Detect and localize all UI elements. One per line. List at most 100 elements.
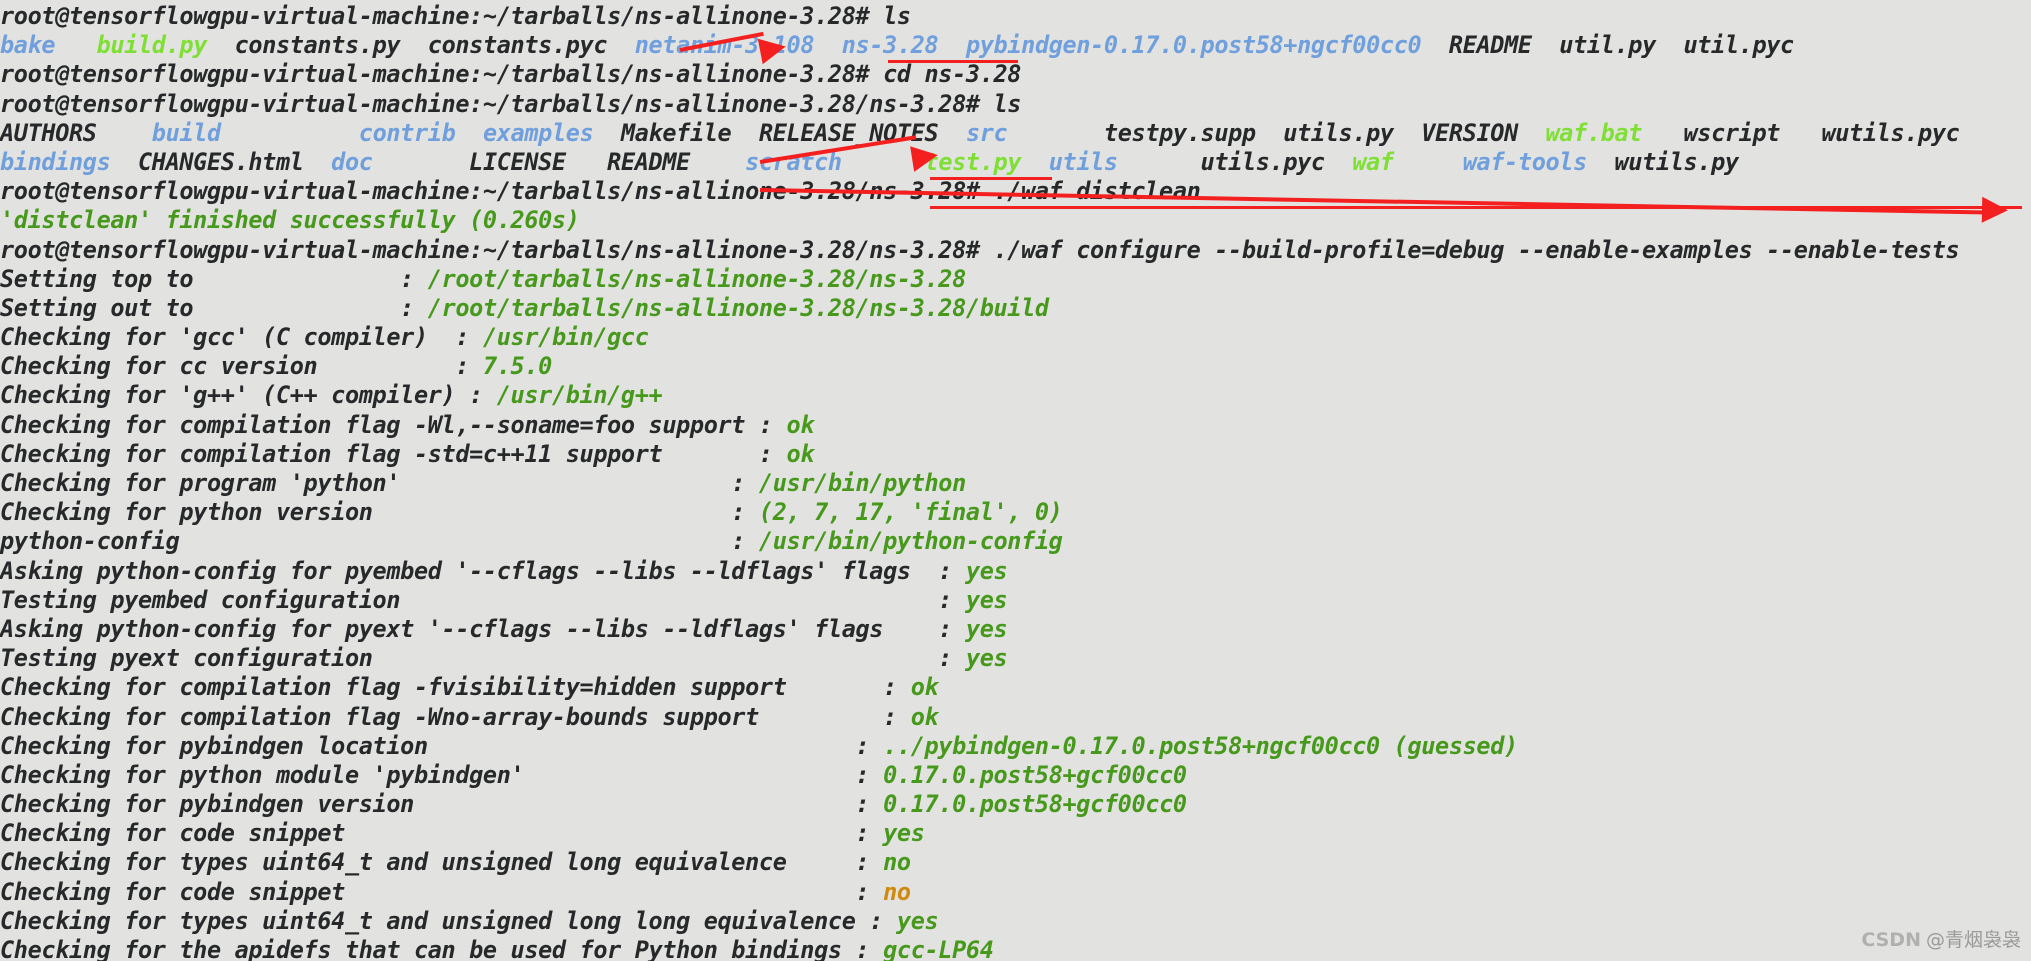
check-label: Setting out to	[0, 293, 401, 322]
terminal-check-line: Checking for pybindgen version : 0.17.0.…	[0, 790, 2031, 819]
check-colon: :	[855, 790, 884, 819]
terminal-segment: doc	[331, 147, 373, 176]
terminal-segment	[97, 119, 152, 147]
check-colon: :	[455, 323, 483, 352]
terminal-check-line: Checking for program 'python' : /usr/bin…	[0, 469, 2031, 498]
check-colon: :	[855, 877, 884, 906]
terminal-segment: root@tensorflowgpu-virtual-machine:~/tar…	[0, 60, 1022, 89]
check-label: Checking for compilation flag -Wl,--sona…	[0, 410, 759, 439]
terminal-segment: bake	[0, 31, 56, 60]
check-value: ../pybindgen-0.17.0.post58+ngcf00cc0 (gu…	[883, 731, 1518, 760]
check-label: Checking for the apidefs that can be use…	[0, 936, 856, 961]
check-colon: :	[400, 264, 428, 293]
terminal-segment: build	[151, 118, 221, 147]
terminal-check-line: Checking for compilation flag -Wno-array…	[0, 703, 2031, 732]
terminal-check-line: Checking for 'g++' (C++ compiler) : /usr…	[0, 381, 2031, 410]
check-label: Checking for program 'python'	[0, 469, 732, 497]
terminal-segment: test.py	[924, 147, 1022, 176]
terminal-check-line: Checking for code snippet : yes	[0, 819, 2031, 848]
terminal-check-line: Checking for types uint64_t and unsigned…	[0, 907, 2031, 936]
terminal-check-line: Testing pyext configuration : yes	[0, 644, 2031, 673]
check-label: Testing pyext configuration	[0, 644, 939, 673]
check-value: yes	[965, 556, 1008, 585]
check-value: /usr/bin/python-config	[758, 527, 1063, 556]
check-label: Asking python-config for pyext '--cflags…	[0, 614, 939, 643]
terminal-check-line: Checking for pybindgen location : ../pyb…	[0, 732, 2031, 761]
check-colon: :	[758, 439, 787, 468]
check-label: Checking for 'gcc' (C compiler)	[0, 323, 456, 352]
terminal-check-line: Checking for python module 'pybindgen' :…	[0, 761, 2031, 790]
terminal-window[interactable]: root@tensorflowgpu-virtual-machine:~/tar…	[0, 0, 2031, 961]
check-value: yes	[965, 614, 1008, 643]
check-value: 0.17.0.post58+gcf00cc0	[883, 760, 1187, 789]
terminal-segment: waf	[1352, 147, 1394, 176]
terminal-segment: root@tensorflowgpu-virtual-machine:~/tar…	[0, 235, 1960, 264]
terminal-check-line: Checking for 'gcc' (C compiler) : /usr/b…	[0, 323, 2031, 352]
terminal-segment: scratch	[745, 147, 842, 176]
check-value: ok	[910, 673, 939, 702]
terminal-line: root@tensorflowgpu-virtual-machine:~/tar…	[0, 60, 2031, 89]
check-colon: :	[883, 673, 911, 702]
terminal-check-line: Checking for the apidefs that can be use…	[0, 936, 2031, 961]
check-value: /usr/bin/python	[758, 469, 966, 497]
terminal-segment: pybindgen-0.17.0.post58+ngcf00cc0	[965, 31, 1422, 60]
check-value: ok	[786, 410, 815, 439]
check-colon: :	[400, 293, 428, 322]
terminal-check-line: Asking python-config for pyembed '--cfla…	[0, 557, 2031, 586]
check-value: ok	[786, 439, 815, 468]
check-colon: :	[938, 585, 966, 614]
check-label: Setting top to	[0, 264, 401, 293]
check-colon: :	[938, 556, 966, 585]
csdn-watermark: CSDN @青烟袅袅	[1861, 926, 2021, 955]
terminal-segment: waf.bat	[1545, 118, 1643, 147]
terminal-segment: CHANGES.html	[110, 147, 332, 176]
terminal-segment: README util.py util.pyc	[1421, 31, 1794, 60]
check-value: (2, 7, 17, 'final', 0)	[758, 498, 1063, 527]
csdn-logo-text: CSDN	[1861, 928, 1921, 951]
check-colon: :	[855, 731, 884, 760]
terminal-check-line: Asking python-config for pyext '--cflags…	[0, 615, 2031, 644]
terminal-segment: testpy.supp utils.py VERSION	[1007, 118, 1546, 147]
terminal-segment: netanim-3.108	[634, 31, 815, 60]
check-label: Checking for pybindgen version	[0, 790, 856, 819]
terminal-check-line: python-config : /usr/bin/python-config	[0, 527, 2031, 556]
terminal-check-line: Checking for compilation flag -Wl,--sona…	[0, 411, 2031, 440]
terminal-segment: utils	[1048, 147, 1118, 176]
check-label: Checking for python module 'pybindgen'	[0, 760, 856, 789]
terminal-segment	[55, 31, 96, 59]
terminal-line: root@tensorflowgpu-virtual-machine:~/tar…	[0, 2, 2031, 31]
check-value: 0.17.0.post58+gcf00cc0	[883, 790, 1187, 819]
terminal-segment: Makefile RELEASE_NOTES	[593, 118, 966, 147]
check-value: /root/tarballs/ns-allinone-3.28/ns-3.28	[427, 264, 966, 293]
terminal-segment	[221, 119, 359, 147]
check-label: python-config	[0, 527, 732, 556]
terminal-check-line: Setting top to : /root/tarballs/ns-allin…	[0, 265, 2031, 294]
terminal-segment: ns-3.28	[841, 31, 939, 60]
check-colon: :	[731, 469, 759, 497]
csdn-author: @青烟袅袅	[1925, 928, 2021, 951]
terminal-line: bake build.py constants.py constants.pyc…	[0, 31, 2031, 60]
terminal-output[interactable]: root@tensorflowgpu-virtual-machine:~/tar…	[0, 2, 2031, 961]
check-value: yes	[883, 819, 925, 848]
check-label: Checking for python version	[0, 498, 732, 527]
check-value: no	[883, 848, 911, 877]
terminal-check-line: Checking for cc version : 7.5.0	[0, 352, 2031, 381]
check-colon: :	[883, 702, 911, 731]
terminal-segment: LICENSE README	[372, 147, 746, 176]
terminal-segment: build.py	[96, 31, 208, 60]
terminal-segment	[1394, 148, 1463, 176]
terminal-line: AUTHORS build contrib examples Makefile …	[0, 119, 2031, 148]
check-value: no	[883, 877, 911, 906]
terminal-line: root@tensorflowgpu-virtual-machine:~/tar…	[0, 177, 2031, 206]
check-value: /usr/bin/gcc	[482, 323, 649, 352]
terminal-check-line: Checking for types uint64_t and unsigned…	[0, 848, 2031, 877]
terminal-segment: wutils.py	[1586, 147, 1740, 176]
terminal-segment: AUTHORS	[0, 118, 97, 147]
check-label: Checking for compilation flag -std=c++11…	[0, 439, 759, 468]
check-colon: :	[869, 906, 897, 935]
check-value: ok	[910, 702, 939, 731]
check-value: /root/tarballs/ns-allinone-3.28/ns-3.28/…	[427, 293, 1049, 322]
terminal-segment	[455, 119, 483, 147]
check-label: Checking for 'g++' (C++ compiler)	[0, 381, 470, 410]
check-colon: :	[855, 848, 884, 877]
